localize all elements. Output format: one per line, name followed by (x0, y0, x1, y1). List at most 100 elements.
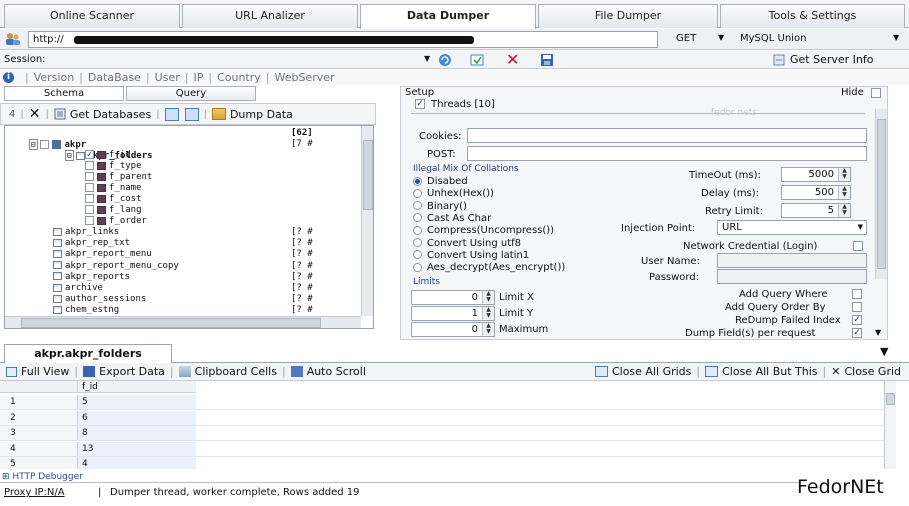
radio-button[interactable] (413, 213, 422, 223)
checkbox[interactable] (85, 216, 94, 225)
collation-option[interactable]: Compress(Uncompress()) (413, 225, 554, 236)
refresh-icon[interactable] (438, 53, 452, 67)
tree-table-node[interactable]: akpr_links (53, 227, 119, 238)
checkbox[interactable] (85, 172, 94, 181)
dump-field-checkbox[interactable] (852, 328, 862, 338)
tree-scrollbar[interactable] (361, 126, 373, 316)
tree-field-node[interactable]: f_name (85, 183, 142, 194)
checkbox[interactable] (85, 205, 94, 214)
tree-field-node[interactable]: f_lang (85, 205, 142, 216)
checkbox[interactable] (85, 183, 94, 192)
checkbox[interactable] (85, 161, 94, 170)
tree-field-node[interactable]: f_id (85, 150, 131, 161)
radio-button[interactable] (413, 176, 422, 186)
scroll-thumb[interactable] (21, 318, 321, 328)
get-server-info-button[interactable]: Get Server Info (790, 53, 874, 66)
tree-table-node[interactable]: akpr_report_menu_copy (53, 261, 179, 272)
add-where-checkbox[interactable] (852, 289, 862, 299)
clipboard-cells-button[interactable]: Clipboard Cells (195, 365, 277, 378)
delete-icon[interactable]: ✕ (29, 106, 41, 122)
tab-url-analizer[interactable]: URL Analizer (182, 4, 358, 28)
table-row[interactable]: 4 13 (0, 441, 884, 457)
collation-option[interactable]: Binary() (413, 201, 467, 212)
spinner[interactable]: ▲ ▼ (838, 204, 850, 217)
maximum-input[interactable]: 0 ▲ ▼ (411, 322, 495, 337)
collation-option[interactable]: Unhex(Hex()) (413, 188, 494, 199)
link-user[interactable]: User (155, 71, 180, 84)
method-select[interactable]: GET (676, 33, 696, 44)
injection-mode-select[interactable]: MySQL Union (740, 33, 806, 44)
radio-button[interactable] (413, 262, 422, 272)
threads-checkbox[interactable] (415, 99, 425, 109)
expand-icon[interactable] (164, 107, 179, 121)
limit-y-input[interactable]: 1 ▲ ▼ (411, 306, 495, 321)
grid-scrollbar[interactable] (884, 381, 896, 469)
table-row[interactable]: 26 (0, 410, 884, 426)
tree-table-node[interactable]: archive (53, 283, 103, 294)
network-credential-checkbox[interactable] (853, 241, 863, 251)
cell-f-id[interactable]: 8 (78, 426, 196, 440)
link-database[interactable]: DataBase (88, 71, 141, 84)
tree-field-node[interactable]: f_order (85, 216, 147, 227)
table-row[interactable]: 54 (0, 457, 884, 469)
close-grid-button[interactable]: Close Grid (844, 365, 901, 378)
radio-button[interactable] (413, 225, 422, 235)
close-all-but-this-button[interactable]: Close All But This (722, 365, 817, 378)
grid-load-icon[interactable] (470, 53, 484, 67)
scroll-thumb[interactable] (363, 140, 373, 210)
chevron-down-icon[interactable]: ▼ (858, 223, 863, 231)
chevron-down-icon[interactable]: ▼ (880, 345, 888, 358)
spinner[interactable]: ▲ ▼ (482, 307, 494, 320)
cookies-input[interactable] (467, 128, 867, 143)
tree-table-node[interactable]: akpr_report_menu (53, 249, 152, 260)
chevron-down-icon[interactable]: ▼ (893, 33, 899, 42)
auto-scroll-button[interactable]: Auto Scroll (307, 365, 366, 378)
delay-input[interactable]: 500 ▲ ▼ (781, 185, 851, 200)
collation-option[interactable]: Cast As Char (413, 213, 491, 224)
tab-data-dumper[interactable]: Data Dumper (360, 4, 536, 29)
retry-input[interactable]: 5 ▲ ▼ (781, 203, 851, 218)
users-icon[interactable] (5, 32, 21, 46)
cell-f-id[interactable]: 6 (78, 410, 196, 425)
cell-f-id[interactable]: 13 (78, 441, 196, 456)
injection-point-select[interactable]: URL ▼ (717, 220, 867, 235)
timeout-input[interactable]: 5000 ▲ ▼ (781, 167, 851, 182)
radio-button[interactable] (413, 201, 422, 211)
url-input[interactable]: http:// (28, 31, 658, 48)
tree-table-node[interactable]: chem_estng (53, 305, 119, 316)
result-grid[interactable]: f_id 1 5 2 6 3 8 4 13 5 4 (0, 381, 896, 469)
http-debugger-toggle[interactable]: ⊞ HTTP Debugger (2, 472, 83, 482)
checkbox[interactable] (85, 194, 94, 203)
link-webserver[interactable]: WebServer (275, 71, 335, 84)
tab-online-scanner[interactable]: Online Scanner (4, 4, 180, 28)
spinner[interactable]: ▲ ▼ (838, 186, 850, 199)
schema-tree[interactable]: ⊟akpr [62] ⊟akpr_folders [7 # f_idf_type… (4, 125, 374, 329)
collation-option[interactable]: Aes_decrypt(Aes_encrypt()) (413, 262, 565, 273)
tree-table-node[interactable]: author_sessions (53, 294, 146, 305)
table-row[interactable]: 15 (0, 395, 884, 410)
full-view-button[interactable]: Full View (21, 365, 69, 378)
threads-slider[interactable] (411, 113, 865, 114)
scroll-thumb[interactable] (886, 393, 895, 405)
tree-field-node[interactable]: f_cost (85, 194, 142, 205)
column-header-f-id[interactable]: f_id (78, 381, 196, 393)
collation-option[interactable]: Convert Using utf8 (413, 238, 521, 249)
collation-option[interactable]: Disabed (413, 176, 468, 187)
spinner[interactable]: ▲ ▼ (482, 323, 494, 336)
tab-file-dumper[interactable]: File Dumper (538, 4, 718, 28)
scroll-thumb[interactable] (877, 119, 886, 269)
proxy-ip[interactable]: Proxy IP:N/A (4, 487, 65, 498)
radio-button[interactable] (413, 238, 422, 247)
close-icon[interactable]: ✕ (506, 50, 519, 69)
get-databases-button[interactable]: Get Databases (70, 108, 151, 121)
tree-field-node[interactable]: f_type (85, 161, 142, 172)
collapse-icon[interactable] (184, 107, 199, 121)
cell-f-id[interactable]: 4 (78, 457, 196, 469)
tree-hscrollbar[interactable] (5, 316, 361, 328)
username-input[interactable] (717, 253, 867, 268)
limit-x-input[interactable]: 0 ▲ ▼ (411, 290, 495, 305)
link-country[interactable]: Country (217, 71, 261, 84)
post-input[interactable] (467, 146, 867, 161)
cell-f-id[interactable]: 5 (78, 395, 196, 409)
chevron-down-icon[interactable]: ▼ (424, 54, 430, 63)
